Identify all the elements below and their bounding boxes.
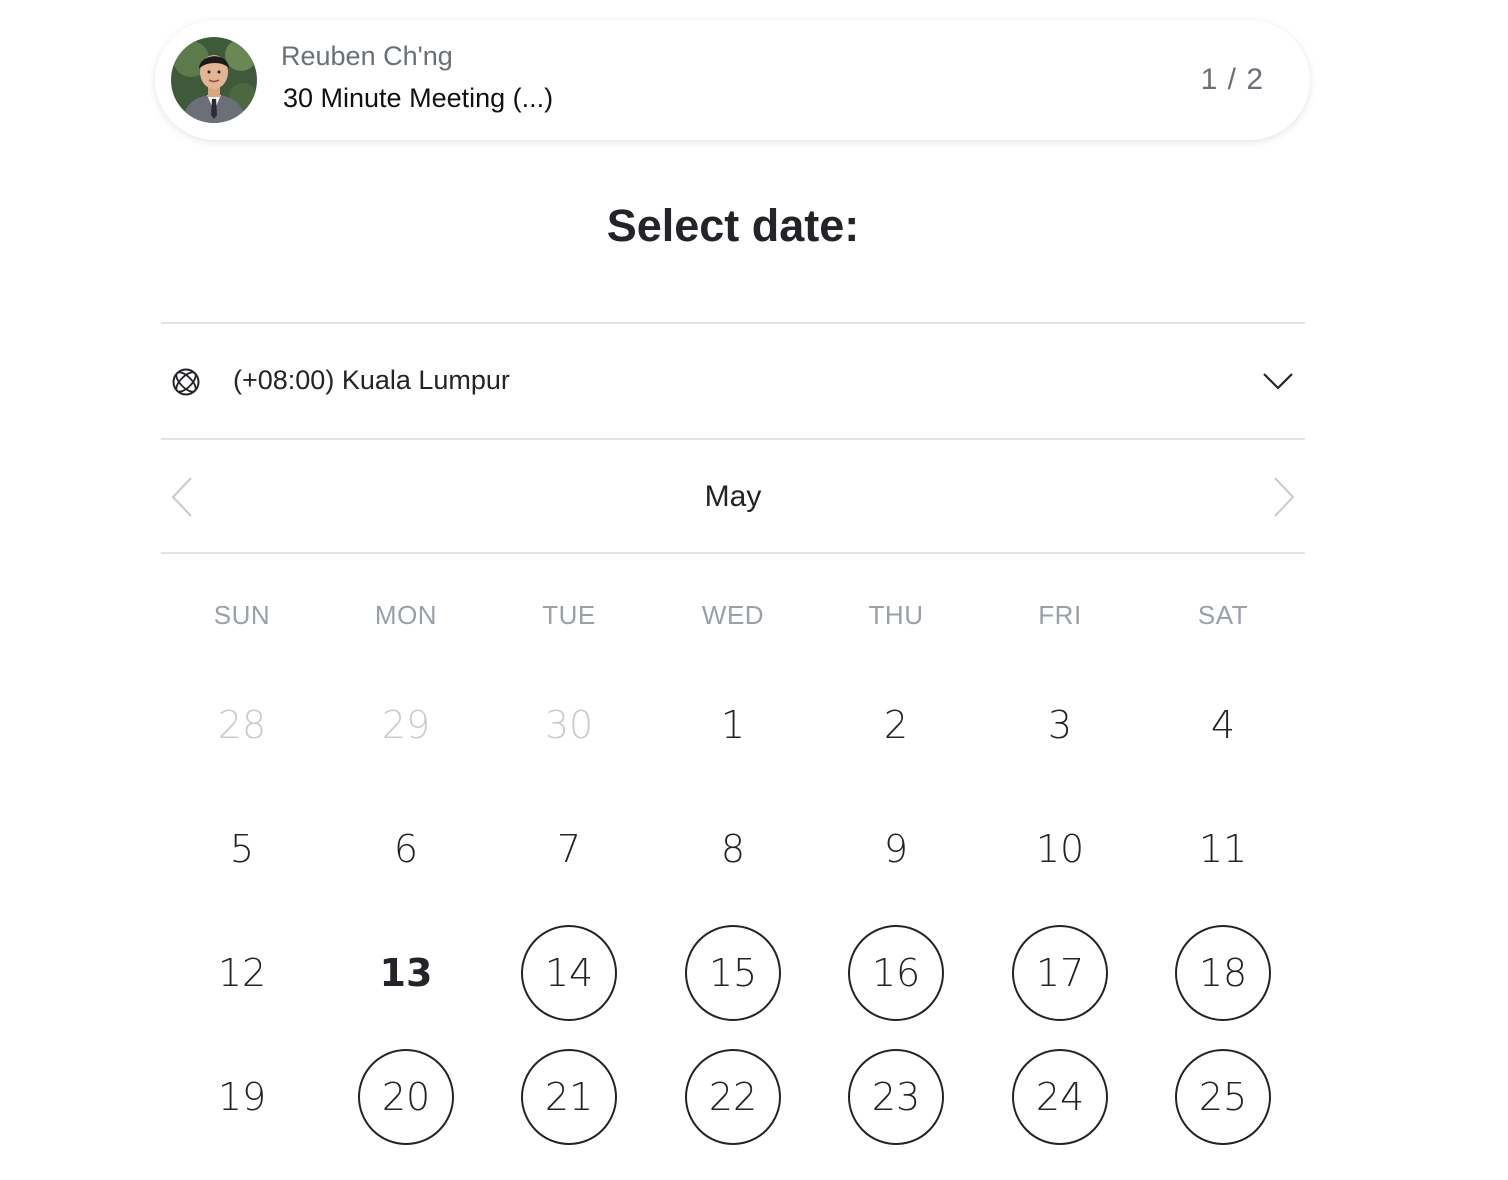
day-cell: 5 bbox=[229, 827, 255, 871]
day-cell: 8 bbox=[720, 827, 746, 871]
day-button-available[interactable]: 25 bbox=[1175, 1049, 1271, 1145]
day-cell: 4 bbox=[1210, 703, 1236, 747]
step-indicator: 1 / 2 bbox=[1200, 63, 1264, 96]
day-cell: 19 bbox=[217, 1075, 267, 1119]
day-cell: 28 bbox=[217, 703, 267, 747]
day-cell: 12 bbox=[217, 951, 267, 995]
day-button-available[interactable]: 23 bbox=[848, 1049, 944, 1145]
weekday-sat: SAT bbox=[1197, 600, 1249, 630]
day-cell: 7 bbox=[556, 827, 582, 871]
weekday-thu: THU bbox=[868, 600, 924, 630]
day-cell: 9 bbox=[883, 827, 909, 871]
day-button-available[interactable]: 24 bbox=[1012, 1049, 1108, 1145]
day-cell: 30 bbox=[544, 703, 594, 747]
month-navigation: May bbox=[161, 442, 1305, 552]
day-cell: 6 bbox=[393, 827, 419, 871]
weekday-wed: WED bbox=[701, 600, 765, 630]
day-button-available[interactable]: 20 bbox=[358, 1049, 454, 1145]
day-cell: 11 bbox=[1198, 827, 1248, 871]
day-cell: 2 bbox=[883, 703, 909, 747]
avatar bbox=[171, 37, 257, 123]
host-card: Reuben Ch'ng 30 Minute Meeting (...) 1 /… bbox=[155, 20, 1310, 140]
weekday-fri: FRI bbox=[1038, 600, 1082, 630]
month-label: May bbox=[704, 480, 762, 513]
host-name: Reuben Ch'ng bbox=[281, 41, 453, 71]
day-cell: 10 bbox=[1035, 827, 1085, 871]
day-button-available[interactable]: 22 bbox=[685, 1049, 781, 1145]
day-button-available[interactable]: 21 bbox=[521, 1049, 617, 1145]
timezone-label: (+08:00) Kuala Lumpur bbox=[233, 365, 510, 395]
globe-icon bbox=[172, 368, 200, 396]
day-cell: 3 bbox=[1047, 703, 1073, 747]
booking-page: Reuben Ch'ng 30 Minute Meeting (...) 1 /… bbox=[0, 0, 1508, 1180]
weekday-sun: SUN bbox=[213, 600, 271, 630]
divider bbox=[161, 322, 1305, 324]
page-title: Select date: bbox=[606, 200, 860, 251]
weekday-mon: MON bbox=[374, 600, 438, 630]
day-button-available[interactable]: 16 bbox=[848, 925, 944, 1021]
divider bbox=[161, 552, 1305, 554]
day-button-available[interactable]: 14 bbox=[521, 925, 617, 1021]
weekday-tue: TUE bbox=[542, 600, 596, 630]
chevron-down-icon bbox=[1263, 373, 1293, 390]
day-today: 13 bbox=[379, 951, 433, 995]
day-cell: 29 bbox=[381, 703, 431, 747]
day-button-available[interactable]: 18 bbox=[1175, 925, 1271, 1021]
event-name: 30 Minute Meeting (...) bbox=[283, 83, 554, 113]
chevron-right-icon[interactable] bbox=[1271, 475, 1297, 519]
day-button-available[interactable]: 15 bbox=[685, 925, 781, 1021]
day-button-available[interactable]: 17 bbox=[1012, 925, 1108, 1021]
timezone-dropdown[interactable]: (+08:00) Kuala Lumpur bbox=[161, 326, 1305, 438]
day-cell: 1 bbox=[720, 703, 746, 747]
divider bbox=[161, 438, 1305, 440]
